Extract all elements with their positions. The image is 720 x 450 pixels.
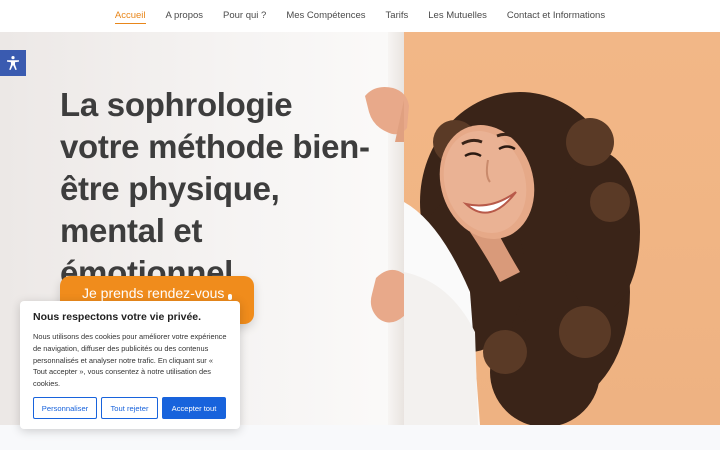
accessibility-icon [7,56,19,70]
cookie-consent-banner: Nous respectons votre vie privée. Nous u… [20,301,240,429]
nav-item-tarifs[interactable]: Tarifs [376,0,419,32]
cursor-dot-icon [228,294,232,300]
cookie-description: Nous utilisons des cookies pour améliore… [33,332,227,389]
reject-all-button[interactable]: Tout rejeter [101,397,158,419]
cookie-actions: Personnaliser Tout rejeter Accepter tout [33,397,226,419]
nav-item-mutuelles[interactable]: Les Mutuelles [418,0,497,32]
book-appointment-label: Je prends rendez-vous [82,285,225,301]
nav-item-a-propos[interactable]: A propos [156,0,214,32]
hero-title: La sophrologie votre méthode bien-être p… [60,86,370,291]
cookie-title: Nous respectons votre vie privée. [33,311,202,323]
nav-item-accueil[interactable]: Accueil [105,0,156,32]
nav-item-competences[interactable]: Mes Compétences [276,0,375,32]
customize-button[interactable]: Personnaliser [33,397,97,419]
accessibility-button[interactable] [0,50,26,76]
nav-item-pour-qui[interactable]: Pour qui ? [213,0,276,32]
nav-item-contact[interactable]: Contact et Informations [497,0,615,32]
accept-all-button[interactable]: Accepter tout [162,397,226,419]
main-nav: Accueil A propos Pour qui ? Mes Compéten… [0,0,720,32]
